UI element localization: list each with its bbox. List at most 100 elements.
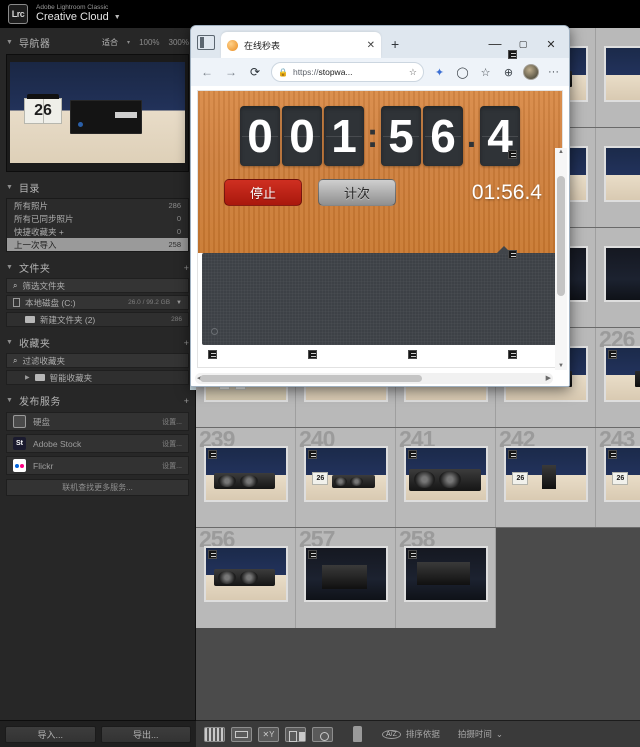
navigator-preview[interactable]: 26 xyxy=(6,54,189,172)
address-bar[interactable]: 🔒 https://stopwa... ☆ xyxy=(271,62,424,82)
catalog-item-previous-import[interactable]: 上一次导入 258 xyxy=(7,238,188,251)
triangle-down-icon[interactable]: ▼ xyxy=(6,264,13,271)
count: 0 xyxy=(177,214,181,223)
page-vertical-scrollbar[interactable]: ▲ ▼ xyxy=(555,148,567,370)
collections-header[interactable]: ▼ 收藏夹 + xyxy=(6,334,189,351)
sort-by-dropdown[interactable]: 拍摄时间 ⌄ xyxy=(458,728,503,740)
find-more-services-button[interactable]: 联机查找更多服务... xyxy=(6,479,189,496)
table-row[interactable]: 256 257 258 xyxy=(196,528,640,628)
window-controls: — ▢ ✕ xyxy=(481,34,565,54)
folders-header[interactable]: ▼ 文件夹 + xyxy=(6,259,189,276)
catalog-item-quick-collection[interactable]: 快捷收藏夹 + 0 xyxy=(7,225,188,238)
reload-icon[interactable]: ⟳ xyxy=(244,61,266,83)
table-row[interactable]: 239 240 26 xyxy=(196,428,640,528)
zoom-100-button[interactable]: 100% xyxy=(139,38,159,47)
photo-thumbnail[interactable]: 26 xyxy=(504,446,588,502)
import-button[interactable]: 导入... xyxy=(5,726,96,743)
folder-icon xyxy=(25,316,35,323)
photo-thumbnail[interactable] xyxy=(404,546,488,602)
photo-thumbnail[interactable]: 26 xyxy=(604,446,640,502)
folder-drive-c[interactable]: 本地磁盘 (C:) 26.0 / 99.2 GB ▼ xyxy=(6,295,189,310)
lap-list-panel[interactable] xyxy=(202,253,558,345)
chevron-down-icon: ⌄ xyxy=(496,729,503,740)
setup-button[interactable]: 设置... xyxy=(162,417,182,427)
loupe-view-icon[interactable] xyxy=(231,727,252,742)
stop-button[interactable]: 停止 xyxy=(224,179,302,206)
settings-and-more-icon[interactable]: ··· xyxy=(543,62,564,83)
collection-filter-row[interactable]: ⌕ 过滤收藏夹 xyxy=(6,353,189,368)
publish-service-adobe-stock[interactable]: St Adobe Stock 设置... xyxy=(6,434,189,453)
navigator-header[interactable]: ▼ 导航器 适合 ▾ 100% 300% xyxy=(6,34,189,51)
browser-window[interactable]: 在线秒表 ✕ + — ▢ ✕ ← → ⟳ 🔒 https://stopwa...… xyxy=(190,25,570,387)
sort-direction-button[interactable]: A/Z 排序依据 xyxy=(382,728,440,740)
catalog-header[interactable]: ▼ 目录 xyxy=(6,179,189,196)
chevron-down-icon[interactable]: ▼ xyxy=(176,300,182,306)
triangle-down-icon[interactable]: ▼ xyxy=(6,39,13,46)
catalog-item-all-photos[interactable]: 所有照片 286 xyxy=(7,199,188,212)
favorite-star-icon[interactable]: ☆ xyxy=(409,67,417,78)
folder-filter-row[interactable]: ⌕ 筛选文件夹 xyxy=(6,278,189,293)
collections-icon[interactable]: ⊕ xyxy=(498,62,519,83)
triangle-down-icon[interactable]: ▼ xyxy=(6,339,13,346)
export-button[interactable]: 导出... xyxy=(101,726,192,743)
grid-cell[interactable]: 226 xyxy=(596,328,640,427)
minimize-button[interactable]: — xyxy=(481,34,509,54)
grid-cell[interactable]: 239 xyxy=(196,428,296,527)
zoom-fit-caret-icon[interactable]: ▾ xyxy=(127,39,130,46)
split-screen-icon[interactable]: ✦ xyxy=(429,62,450,83)
publish-service-harddisk[interactable]: 硬盘 设置... xyxy=(6,412,189,431)
setup-button[interactable]: 设置... xyxy=(162,461,182,471)
photo-thumbnail[interactable]: 26 xyxy=(304,446,388,502)
photo-thumbnail[interactable] xyxy=(304,546,388,602)
setup-button[interactable]: 设置... xyxy=(162,439,182,449)
profile-avatar[interactable] xyxy=(523,64,539,80)
back-icon[interactable]: ← xyxy=(196,61,218,83)
grid-cell[interactable]: 241 xyxy=(396,428,496,527)
photo-thumbnail[interactable] xyxy=(204,446,288,502)
new-tab-button[interactable]: + xyxy=(391,36,399,52)
photo-thumbnail[interactable] xyxy=(204,546,288,602)
publish-service-flickr[interactable]: Flickr 设置... xyxy=(6,456,189,475)
tab-actions-icon[interactable] xyxy=(197,35,215,50)
grid-cell[interactable]: 240 26 xyxy=(296,428,396,527)
grid-cell[interactable] xyxy=(596,228,640,327)
close-window-button[interactable]: ✕ xyxy=(537,34,565,54)
label: 所有照片 xyxy=(14,200,48,212)
add-publish-service-button[interactable]: + xyxy=(184,396,189,406)
chevron-down-icon[interactable]: ▼ xyxy=(114,14,121,21)
triangle-down-icon[interactable]: ▼ xyxy=(6,397,13,404)
folder-new-folder-2[interactable]: 新建文件夹 (2) 286 xyxy=(6,312,189,327)
lap-button[interactable]: 计次 xyxy=(318,179,396,206)
grid-cell[interactable]: 242 26 xyxy=(496,428,596,527)
zoom-fit-button[interactable]: 适合 xyxy=(102,37,118,48)
grid-cell[interactable]: 257 xyxy=(296,528,396,628)
grid-cell-empty xyxy=(496,528,596,628)
grid-cell[interactable]: 258 xyxy=(396,528,496,628)
spray-tool-icon[interactable] xyxy=(353,726,362,742)
zoom-300-button[interactable]: 300% xyxy=(169,38,189,47)
triangle-right-icon[interactable]: ▶ xyxy=(25,374,30,381)
copilot-icon[interactable]: ◯ xyxy=(452,62,473,83)
publish-services-header[interactable]: ▼ 发布服务 + xyxy=(6,392,189,409)
grid-cell[interactable]: 256 xyxy=(196,528,296,628)
grid-view-icon[interactable] xyxy=(204,727,225,742)
add-collection-button[interactable]: + xyxy=(184,338,189,348)
favorites-icon[interactable]: ☆ xyxy=(475,62,496,83)
close-tab-icon[interactable]: ✕ xyxy=(367,40,375,51)
catalog-item-all-synced[interactable]: 所有已同步照片 0 xyxy=(7,212,188,225)
survey-view-icon[interactable] xyxy=(285,727,306,742)
compare-view-icon[interactable]: ✕Y xyxy=(258,727,279,742)
add-folder-button[interactable]: + xyxy=(184,263,189,273)
grid-cell[interactable] xyxy=(596,28,640,127)
page-horizontal-scrollbar[interactable]: ◀ ▶ xyxy=(195,373,553,384)
people-view-icon[interactable] xyxy=(312,727,333,742)
photo-thumbnail[interactable] xyxy=(404,446,488,502)
photo-thumbnail[interactable] xyxy=(604,346,640,402)
browser-tab[interactable]: 在线秒表 ✕ xyxy=(221,32,381,58)
collection-smart[interactable]: ▶ 智能收藏夹 xyxy=(6,370,189,385)
triangle-down-icon[interactable]: ▼ xyxy=(6,184,13,191)
grid-cell[interactable] xyxy=(596,128,640,227)
sort-value: 拍摄时间 xyxy=(458,728,492,740)
grid-cell[interactable]: 243 26 xyxy=(596,428,640,527)
forward-icon[interactable]: → xyxy=(220,61,242,83)
